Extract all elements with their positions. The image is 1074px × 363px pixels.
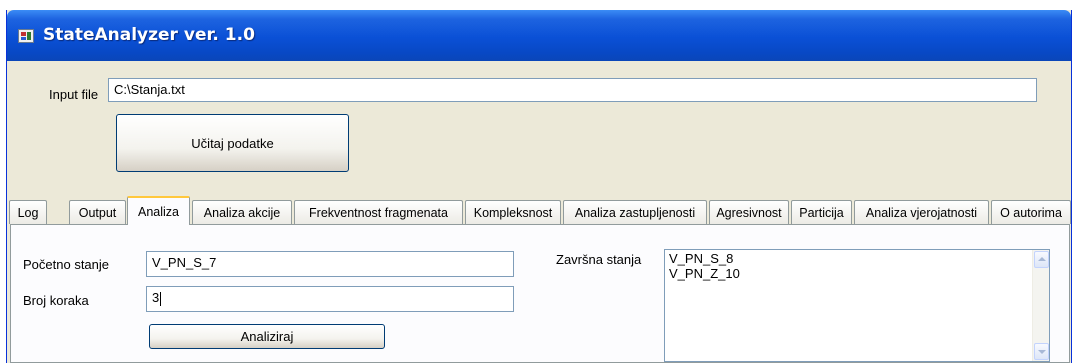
start-state-label: Početno stanje — [23, 257, 110, 272]
app-window: StateAnalyzer ver. 1.0 Input file C:\Sta… — [6, 10, 1072, 363]
tab-output[interactable]: Output — [69, 200, 126, 224]
list-item[interactable]: V_PN_Z_10 — [665, 266, 1049, 281]
steps-value: 3 — [152, 290, 160, 305]
tab-kompleksnost[interactable]: Kompleksnost — [465, 200, 561, 224]
scroll-down-button[interactable] — [1034, 343, 1049, 360]
load-data-button[interactable]: Učitaj podatke — [116, 114, 349, 172]
tab-analiza-vjerojatnosti[interactable]: Analiza vjerojatnosti — [854, 200, 989, 224]
text-caret — [160, 291, 162, 306]
tab-analiza-zastupljenosti[interactable]: Analiza zastupljenosti — [563, 200, 707, 224]
chevron-up-icon — [1038, 257, 1046, 261]
tab-particija[interactable]: Particija — [791, 200, 852, 224]
list-item[interactable]: V_PN_S_8 — [665, 251, 1049, 266]
chevron-down-icon — [1038, 350, 1046, 354]
final-states-label: Završna stanja — [556, 252, 642, 267]
window-title: StateAnalyzer ver. 1.0 — [43, 25, 255, 45]
start-state-field[interactable]: V_PN_S_7 — [146, 251, 514, 277]
tab-agresivnost[interactable]: Agresivnost — [709, 200, 789, 224]
tab-o-autorima[interactable]: O autorima — [991, 200, 1071, 224]
tab-analiza[interactable]: Analiza — [127, 196, 190, 225]
analiza-panel: Početno stanje V_PN_S_7 Broj koraka 3 An… — [10, 224, 1070, 363]
vertical-scrollbar[interactable] — [1032, 250, 1049, 361]
title-bar[interactable]: StateAnalyzer ver. 1.0 — [7, 10, 1071, 61]
steps-label: Broj koraka — [23, 293, 89, 308]
input-file-label: Input file — [49, 87, 99, 102]
steps-field[interactable]: 3 — [146, 286, 514, 312]
tab-frekventnost-fragmenata[interactable]: Frekventnost fragmenata — [294, 200, 463, 224]
final-states-list[interactable]: V_PN_S_8 V_PN_Z_10 — [664, 249, 1050, 362]
input-file-field[interactable]: C:\Stanja.txt — [108, 78, 1037, 102]
scroll-up-button[interactable] — [1034, 251, 1049, 268]
tab-strip: Log Output Analiza Analiza akcije Frekve… — [7, 196, 1071, 225]
tab-analiza-akcije[interactable]: Analiza akcije — [192, 200, 292, 224]
tab-log[interactable]: Log — [9, 200, 47, 224]
analyze-button[interactable]: Analiziraj — [149, 324, 385, 349]
app-icon — [18, 29, 34, 43]
